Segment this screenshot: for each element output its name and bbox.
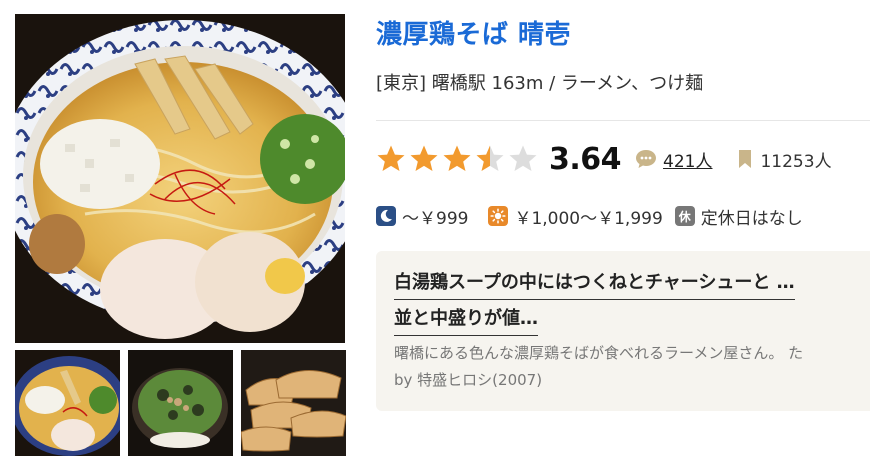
- photo-thumb-gyoza[interactable]: [241, 350, 346, 456]
- photo-thumb-ramen[interactable]: [15, 350, 120, 456]
- review-title-line1[interactable]: 白湯鶏スープの中にはつくねとチャーシューと …: [394, 268, 795, 300]
- rating-score: 3.64: [549, 141, 622, 177]
- holiday-info: 定休日はなし: [700, 208, 803, 229]
- review-title-link[interactable]: 白湯鶏スープの中にはつくねとチャーシューと … 並と中盛りが値…: [394, 268, 864, 336]
- moon-icon: [376, 206, 396, 226]
- divider: [376, 120, 870, 121]
- review-count-link[interactable]: 421人: [663, 147, 712, 172]
- ramen-photo-icon: [15, 14, 345, 343]
- star-icon: [377, 145, 405, 171]
- holiday-icon: 休: [674, 206, 695, 226]
- restaurant-name[interactable]: 濃厚鶏そば 晴壱: [376, 14, 571, 51]
- dinner-budget: ～￥999: [402, 208, 469, 229]
- speech-bubble-icon: [636, 150, 657, 168]
- rice-bowl-thumb-icon: [128, 350, 233, 456]
- lunch-budget: ￥1,000～￥1,999: [514, 208, 663, 229]
- star-icon: [410, 145, 438, 171]
- star-rating: [376, 144, 541, 174]
- review-card[interactable]: 白湯鶏スープの中にはつくねとチャーシューと … 並と中盛りが値… 曙橋にある色ん…: [376, 251, 870, 411]
- star-icon: [476, 145, 504, 171]
- gyoza-thumb-icon: [241, 350, 346, 456]
- review-title-line2[interactable]: 並と中盛りが値…: [394, 304, 538, 336]
- star-icon: [443, 145, 471, 171]
- main-photo[interactable]: [15, 14, 345, 343]
- photo-thumb-rice-bowl[interactable]: [128, 350, 233, 456]
- review-author: by 特盛ヒロシ(2007): [394, 371, 543, 389]
- sun-icon: [488, 206, 509, 226]
- budget-row: ～￥999 ￥1,000～￥1,999 休 定休日はなし: [376, 203, 803, 229]
- ramen-thumb-icon: [15, 350, 120, 456]
- rating-row: 3.64 421人 11253人: [376, 137, 832, 181]
- bookmark-icon[interactable]: [738, 149, 752, 169]
- review-excerpt: 曙橋にある色んな濃厚鶏そばが食べれるラーメン屋さん。 た: [394, 344, 804, 362]
- bookmark-count: 11253人: [760, 151, 832, 172]
- star-icon: [509, 145, 537, 171]
- restaurant-area-genre: [東京] 曙橋駅 163m / ラーメン、つけ麺: [376, 73, 704, 94]
